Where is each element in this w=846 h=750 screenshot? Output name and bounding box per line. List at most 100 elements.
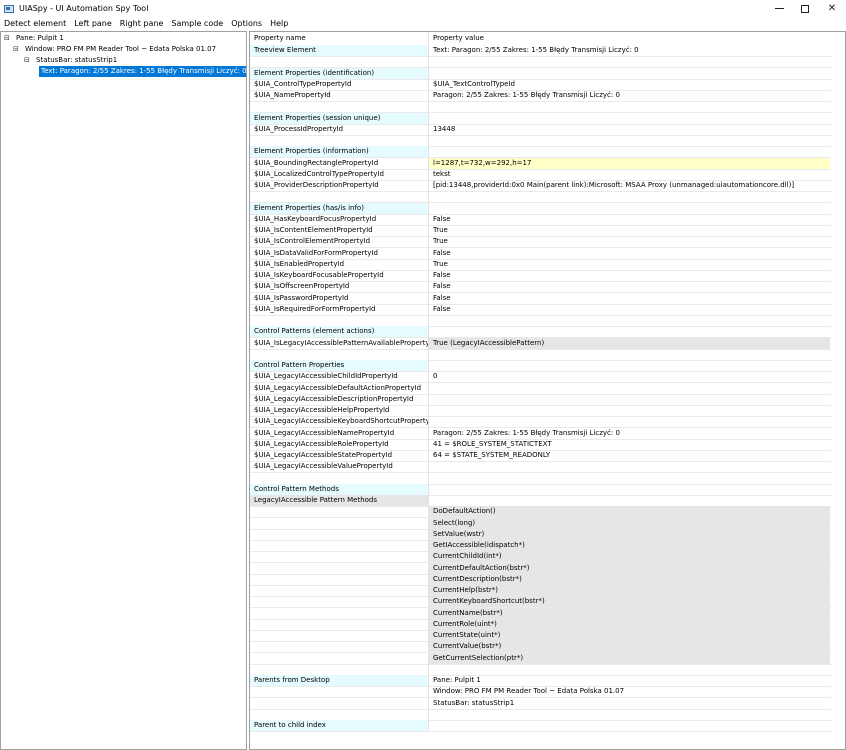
property-row[interactable]: $UIA_LegacyIAccessibleNamePropertyId Para…	[250, 427, 845, 439]
property-row[interactable]: CurrentDefaultAction(bstr*)	[250, 562, 845, 574]
menu-options[interactable]: Options	[227, 17, 266, 31]
method-cell: SetValue(wstr)	[429, 528, 830, 540]
collapse-toggle-icon[interactable]: ⊟	[13, 44, 20, 55]
right-pane-properties[interactable]: Property name Property value Treeview El…	[249, 31, 846, 750]
property-row[interactable]: $UIA_IsDataValidForFormPropertyId False	[250, 247, 845, 259]
property-row[interactable]: $UIA_IsContentElementPropertyId True	[250, 225, 845, 236]
property-value-cell	[429, 720, 830, 731]
section-header-row[interactable]: Treeview Element Text: Paragon: 2/55 Zakr…	[250, 45, 845, 56]
section-header-row[interactable]: Control Pattern Properties	[250, 360, 845, 371]
tree-node-selected[interactable]: Text: Paragon: 2/55 Zakres: 1-55 Błędy T…	[35, 66, 246, 77]
property-row[interactable]: $UIA_IsControlElementPropertyId True	[250, 236, 845, 248]
section-header-row[interactable]: Element Properties (has/is info)	[250, 202, 845, 214]
property-row[interactable]: $UIA_HasKeyboardFocusPropertyId False	[250, 213, 845, 225]
property-value-cell	[429, 416, 830, 427]
property-row[interactable]: $UIA_NamePropertyId Paragon: 2/55 Zakres:…	[250, 90, 845, 101]
property-row[interactable]: CurrentKeyboardShortcut(bstr*)	[250, 596, 845, 608]
menu-sample-code[interactable]: Sample code	[167, 17, 227, 31]
property-row[interactable]: CurrentHelp(bstr*)	[250, 585, 845, 596]
property-row[interactable]: GetIAccessible(idispatch*)	[250, 540, 845, 551]
property-row[interactable]: DoDefaultAction()	[250, 506, 845, 518]
property-row[interactable]: $UIA_IsRequiredForFormPropertyId False	[250, 303, 845, 315]
blank-row[interactable]	[250, 472, 845, 484]
property-row[interactable]: CurrentChildId(int*)	[250, 551, 845, 563]
col-header-property-value[interactable]: Property value	[429, 32, 830, 44]
property-row[interactable]: $UIA_LegacyIAccessibleKeyboardShortcutPr…	[250, 416, 845, 428]
property-value-cell	[429, 135, 830, 146]
blank-row[interactable]	[250, 191, 845, 203]
title-bar: UIASpy - UI Automation Spy Tool ✕	[0, 0, 846, 17]
maximize-button[interactable]	[792, 0, 818, 17]
maximize-icon	[801, 4, 809, 13]
property-row[interactable]: $UIA_IsEnabledPropertyId True	[250, 258, 845, 270]
section-header-row[interactable]: Control Pattern Methods	[250, 483, 845, 495]
property-name-cell	[250, 101, 429, 113]
vertical-scrollbar[interactable]	[831, 32, 845, 749]
property-row[interactable]: $UIA_LegacyIAccessibleDefaultActionPrope…	[250, 382, 845, 394]
method-cell: CurrentChildId(int*)	[429, 551, 830, 563]
property-row[interactable]: $UIA_BoundingRectanglePropertyId l=1287,t…	[250, 157, 845, 169]
property-row[interactable]: $UIA_LegacyIAccessibleRolePropertyId 41 =…	[250, 438, 845, 450]
property-value-cell	[429, 113, 830, 124]
close-button[interactable]: ✕	[818, 0, 846, 17]
property-row[interactable]: Select(long)	[250, 517, 845, 529]
section-header-row[interactable]: Element Properties (information)	[250, 146, 845, 158]
property-row[interactable]: $UIA_ProcessIdPropertyId 13448	[250, 123, 845, 135]
property-name-cell: $UIA_LocalizedControlTypePropertyId	[250, 168, 429, 180]
blank-row[interactable]	[250, 135, 845, 146]
property-row[interactable]: $UIA_IsLegacyIAccessiblePatternAvailable…	[250, 337, 845, 349]
minimize-button[interactable]	[766, 0, 792, 17]
blank-row[interactable]	[250, 348, 845, 360]
section-header-row[interactable]: Parent to child index	[250, 720, 845, 731]
property-row[interactable]: $UIA_ControlTypePropertyId $UIA_TextContr…	[250, 78, 845, 90]
property-row[interactable]: $UIA_ProviderDescriptionPropertyId [pid:1…	[250, 180, 845, 191]
property-row[interactable]: $UIA_LegacyIAccessibleChildIdPropertyId 0	[250, 371, 845, 383]
property-row[interactable]: CurrentRole(uint*)	[250, 618, 845, 630]
property-row[interactable]: StatusBar: statusStrip1	[250, 697, 845, 709]
method-cell: Select(long)	[429, 517, 830, 529]
property-value-cell	[429, 473, 830, 484]
property-row[interactable]: CurrentDescription(bstr*)	[250, 573, 845, 585]
property-row[interactable]: CurrentName(bstr*)	[250, 607, 845, 619]
property-name-cell	[250, 618, 429, 630]
menu-help[interactable]: Help	[266, 17, 292, 31]
property-row[interactable]: $UIA_LegacyIAccessibleStatePropertyId 64 …	[250, 450, 845, 461]
property-value-cell	[429, 146, 830, 157]
blank-row[interactable]	[250, 101, 845, 113]
property-row[interactable]: CurrentState(uint*)	[250, 630, 845, 641]
collapse-toggle-icon[interactable]: ⊟	[4, 33, 11, 44]
blank-row[interactable]	[250, 315, 845, 326]
section-header-row[interactable]: Parents from Desktop Pane: Pulpit 1	[250, 675, 845, 686]
property-row[interactable]: $UIA_LegacyIAccessibleValuePropertyId	[250, 461, 845, 473]
section-header-row[interactable]: Control Patterns (element actions)	[250, 326, 845, 338]
property-name-cell: $UIA_LegacyIAccessibleDescriptionPropert…	[250, 393, 429, 405]
property-row[interactable]: Window: PRO FM PM Reader Tool ~ Edata Po…	[250, 686, 845, 698]
property-row[interactable]: GetCurrentSelection(ptr*)	[250, 652, 845, 664]
menu-left-pane[interactable]: Left pane	[70, 17, 116, 31]
property-row[interactable]: CurrentValue(bstr*)	[250, 641, 845, 653]
property-row[interactable]: $UIA_IsPasswordPropertyId False	[250, 292, 845, 304]
property-row[interactable]: $UIA_LocalizedControlTypePropertyId tekst	[250, 168, 845, 180]
tree-node[interactable]: ⊟ Window: PRO FM PM Reader Tool ~ Edata P…	[13, 44, 218, 55]
section-header-row[interactable]: Element Properties (identification)	[250, 67, 845, 79]
property-row[interactable]: LegacyIAccessible Pattern Methods	[250, 495, 845, 506]
tree-node[interactable]: ⊟ StatusBar: statusStrip1	[24, 55, 119, 66]
left-pane-tree[interactable]: ⊟ Pane: Pulpit 1 ⊟ Window: PRO FM PM Reader…	[0, 31, 247, 750]
menu-right-pane[interactable]: Right pane	[116, 17, 168, 31]
tree-node[interactable]: ⊟ Pane: Pulpit 1	[4, 33, 66, 44]
section-header-row[interactable]: Element Properties (session unique)	[250, 112, 845, 124]
property-value-cell: False	[433, 248, 451, 257]
blank-row[interactable]	[250, 663, 845, 675]
collapse-toggle-icon[interactable]: ⊟	[24, 55, 31, 66]
property-row[interactable]: $UIA_IsOffscreenPropertyId False	[250, 281, 845, 293]
menu-detect-element[interactable]: Detect element	[0, 17, 70, 31]
method-cell: GetCurrentSelection(ptr*)	[429, 652, 830, 664]
property-row[interactable]: $UIA_IsKeyboardFocusablePropertyId False	[250, 270, 845, 281]
blank-row[interactable]	[250, 708, 845, 720]
col-header-property-name[interactable]: Property name	[250, 32, 429, 44]
property-name-cell	[250, 528, 429, 540]
property-row[interactable]: SetValue(wstr)	[250, 528, 845, 540]
property-row[interactable]: $UIA_LegacyIAccessibleDescriptionPropert…	[250, 393, 845, 405]
blank-row[interactable]	[250, 56, 845, 68]
property-row[interactable]: $UIA_LegacyIAccessibleHelpPropertyId	[250, 405, 845, 416]
